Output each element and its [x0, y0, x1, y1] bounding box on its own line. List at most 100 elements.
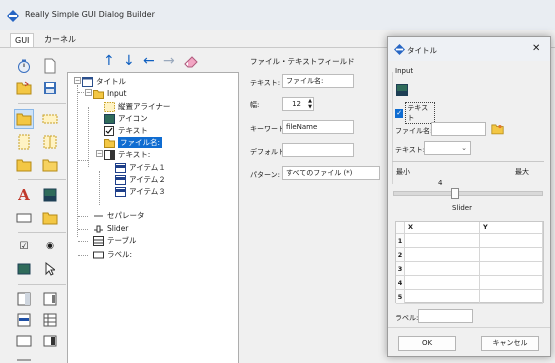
slider-widget-button[interactable] [14, 310, 34, 330]
close-icon[interactable]: ✕ [532, 43, 540, 54]
spin-arrows-icon[interactable]: ▲ ▼ [308, 98, 312, 110]
table-cell[interactable] [405, 248, 480, 262]
text-combo[interactable]: ⌄ [424, 141, 471, 155]
text-field-widget-button[interactable] [14, 208, 34, 228]
label-field[interactable] [418, 309, 473, 323]
tree-item-file-name[interactable]: ファイル名: [104, 137, 163, 148]
table-widget-button[interactable] [40, 310, 60, 330]
tree-collapse-toggle[interactable]: − [96, 150, 103, 157]
table-header-y[interactable]: Y [480, 222, 543, 234]
data-table[interactable]: X Y 12345 [395, 221, 544, 304]
radio-widget-button[interactable]: ◉ [40, 236, 60, 256]
table-cell[interactable] [480, 234, 543, 248]
vertical-aligner-button[interactable] [14, 132, 34, 152]
tab-gui[interactable]: GUI [10, 33, 35, 48]
tree-item-label: アイテム３ [129, 187, 166, 196]
table-icon [93, 235, 104, 246]
new-file-icon [44, 58, 56, 74]
width-spinbox[interactable]: 12 ▲ ▼ [282, 97, 314, 111]
table-header-x[interactable]: X [405, 222, 480, 234]
table-cell[interactable] [480, 276, 543, 290]
tree-item-label: ラベル: [107, 250, 133, 259]
icon-widget-button[interactable] [40, 185, 60, 205]
window-title: Really Simple GUI Dialog Builder [25, 10, 155, 19]
ok-button[interactable]: OK [398, 336, 456, 351]
table-row-index: 5 [396, 290, 405, 304]
pattern-property-field[interactable]: すべてのファイル (*) [282, 166, 380, 180]
save-button[interactable] [40, 78, 60, 98]
toolbox-separator [18, 179, 66, 180]
new-file-button[interactable] [40, 56, 60, 76]
move-up-icon[interactable]: ↑ [103, 54, 115, 68]
grid-aligner-icon [43, 135, 57, 149]
grid-aligner-button[interactable] [40, 132, 60, 152]
tree-item-label: 縦置アライナー [118, 102, 171, 111]
tree-item-item-2[interactable]: アイテム２ [115, 174, 166, 185]
text-field-icon [93, 251, 104, 258]
text-checkbox[interactable]: ✓ テキスト [395, 102, 435, 124]
tree-item-slider[interactable]: Slider [93, 223, 128, 234]
file-browse-icon[interactable] [491, 123, 504, 135]
tree-item-table[interactable]: テーブル [93, 235, 137, 246]
slider-max-label: 最大 [515, 168, 529, 176]
move-right-icon[interactable]: → [163, 54, 175, 68]
move-left-icon[interactable]: ← [143, 54, 155, 68]
file-name-field[interactable] [431, 122, 486, 136]
eraser-icon[interactable] [184, 55, 198, 68]
folder-icon [16, 113, 32, 126]
pointer-widget-button[interactable] [40, 259, 60, 279]
table-cell[interactable] [405, 276, 480, 290]
folder-widget-button[interactable] [14, 155, 34, 175]
checkbox-label: テキスト [405, 102, 435, 124]
tree-item-item-3[interactable]: アイテム３ [115, 186, 166, 197]
table-cell[interactable] [405, 262, 480, 276]
tree-collapse-toggle[interactable]: − [74, 77, 81, 84]
default-property-field[interactable] [282, 143, 354, 157]
tree-item-separator[interactable]: セパレータ [93, 210, 145, 221]
text-property-field[interactable]: ファイル名: [282, 74, 354, 88]
label-widget-button[interactable]: A [14, 185, 34, 205]
tree-item-vertical-aligner[interactable]: 縦置アライナー [104, 101, 170, 112]
tree-item-input[interactable]: Input [93, 88, 126, 99]
preview-dialog: タイトル ✕ Input ✓ テキスト ファイル名: テキスト: ⌄ 最小 最大… [387, 36, 551, 357]
table-cell[interactable] [405, 234, 480, 248]
tree-item-icon[interactable]: アイコン [104, 113, 148, 124]
properties-panel: ファイル・テキストフィールド テキスト: ファイル名: 幅: 12 ▲ ▼ キーワ… [244, 52, 389, 363]
folder-icon [93, 89, 104, 99]
spin-widget-button[interactable] [40, 331, 60, 351]
pattern-property-label: パターン: [250, 171, 281, 179]
tree-item-label: アイコン [118, 114, 148, 123]
tree-collapse-toggle[interactable]: − [85, 89, 92, 96]
tree-item-item-1[interactable]: アイテム１ [115, 162, 166, 173]
group-widget-button[interactable] [14, 109, 34, 129]
file-field-widget-button[interactable] [40, 208, 60, 228]
combo-icon [17, 292, 31, 306]
tree-toolbar: ↑ ↓ ← → [100, 54, 220, 70]
slider-track[interactable] [393, 188, 543, 199]
table-cell[interactable] [405, 290, 480, 304]
separator-widget-button[interactable] [14, 350, 34, 363]
tree-item-label: タイトル [96, 77, 126, 86]
list-widget-button[interactable] [40, 289, 60, 309]
table-cell[interactable] [480, 290, 543, 304]
open-button[interactable] [14, 56, 34, 76]
table-cell[interactable] [480, 248, 543, 262]
cancel-button[interactable]: キャンセル [481, 336, 539, 351]
tab-kernel[interactable]: カーネル [40, 33, 80, 48]
checkbox-widget-button[interactable]: ☑ [14, 236, 34, 256]
move-down-icon[interactable]: ↓ [123, 54, 135, 68]
keyword-property-field[interactable]: fileName [282, 120, 354, 134]
tree-item-title[interactable]: タイトル [82, 76, 126, 87]
folder-closed-widget-button[interactable] [40, 155, 60, 175]
open-folder-button[interactable] [14, 78, 34, 98]
table-cell[interactable] [480, 262, 543, 276]
horizontal-aligner-button[interactable] [40, 109, 60, 129]
tree-item-text-combo[interactable]: テキスト: [104, 149, 150, 160]
slider-thumb[interactable] [451, 188, 459, 199]
tree-item-label-field[interactable]: ラベル: [93, 249, 132, 260]
button-widget-button[interactable] [14, 259, 34, 279]
combo-widget-button[interactable] [14, 289, 34, 309]
toolbox-separator [18, 232, 66, 233]
image-widget-button[interactable] [14, 331, 34, 351]
tree-item-checkbox[interactable]: テキスト [104, 125, 148, 136]
